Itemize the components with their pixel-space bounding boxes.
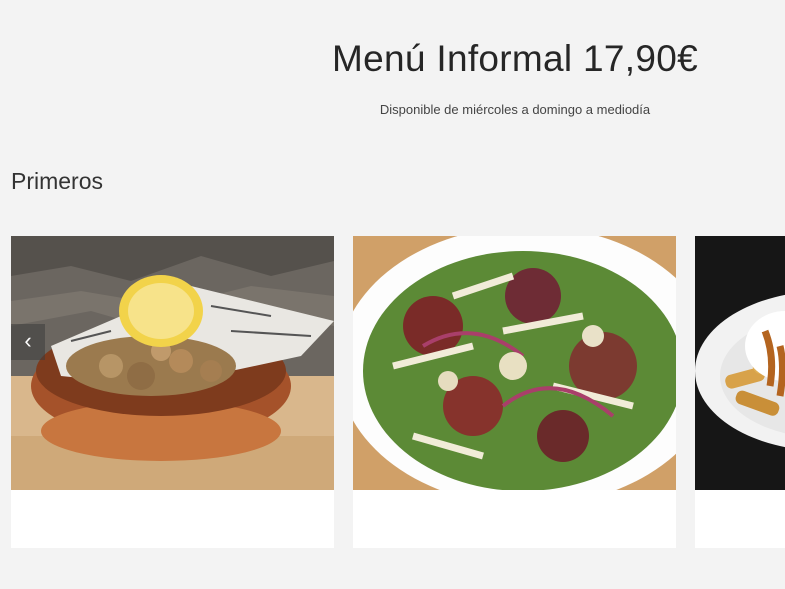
dish-label: [11, 490, 334, 548]
dish-label: [695, 490, 785, 548]
dish-carousel: [0, 236, 785, 548]
dish-card[interactable]: [11, 236, 334, 548]
menu-subtitle: Disponible de miércoles a domingo a medi…: [379, 102, 651, 117]
dish-label: [353, 490, 676, 548]
dish-photo-calamari[interactable]: [11, 236, 334, 490]
chevron-left-icon: ‹: [24, 328, 32, 353]
dish-photo-salad[interactable]: [353, 236, 676, 490]
menu-title: Menú Informal 17,90€: [332, 38, 698, 79]
dish-card[interactable]: [695, 236, 785, 548]
dish-card[interactable]: [353, 236, 676, 548]
dish-photo-fries[interactable]: [695, 236, 785, 490]
carousel-prev-button[interactable]: ‹: [11, 324, 45, 360]
section-heading: Primeros: [11, 168, 104, 194]
